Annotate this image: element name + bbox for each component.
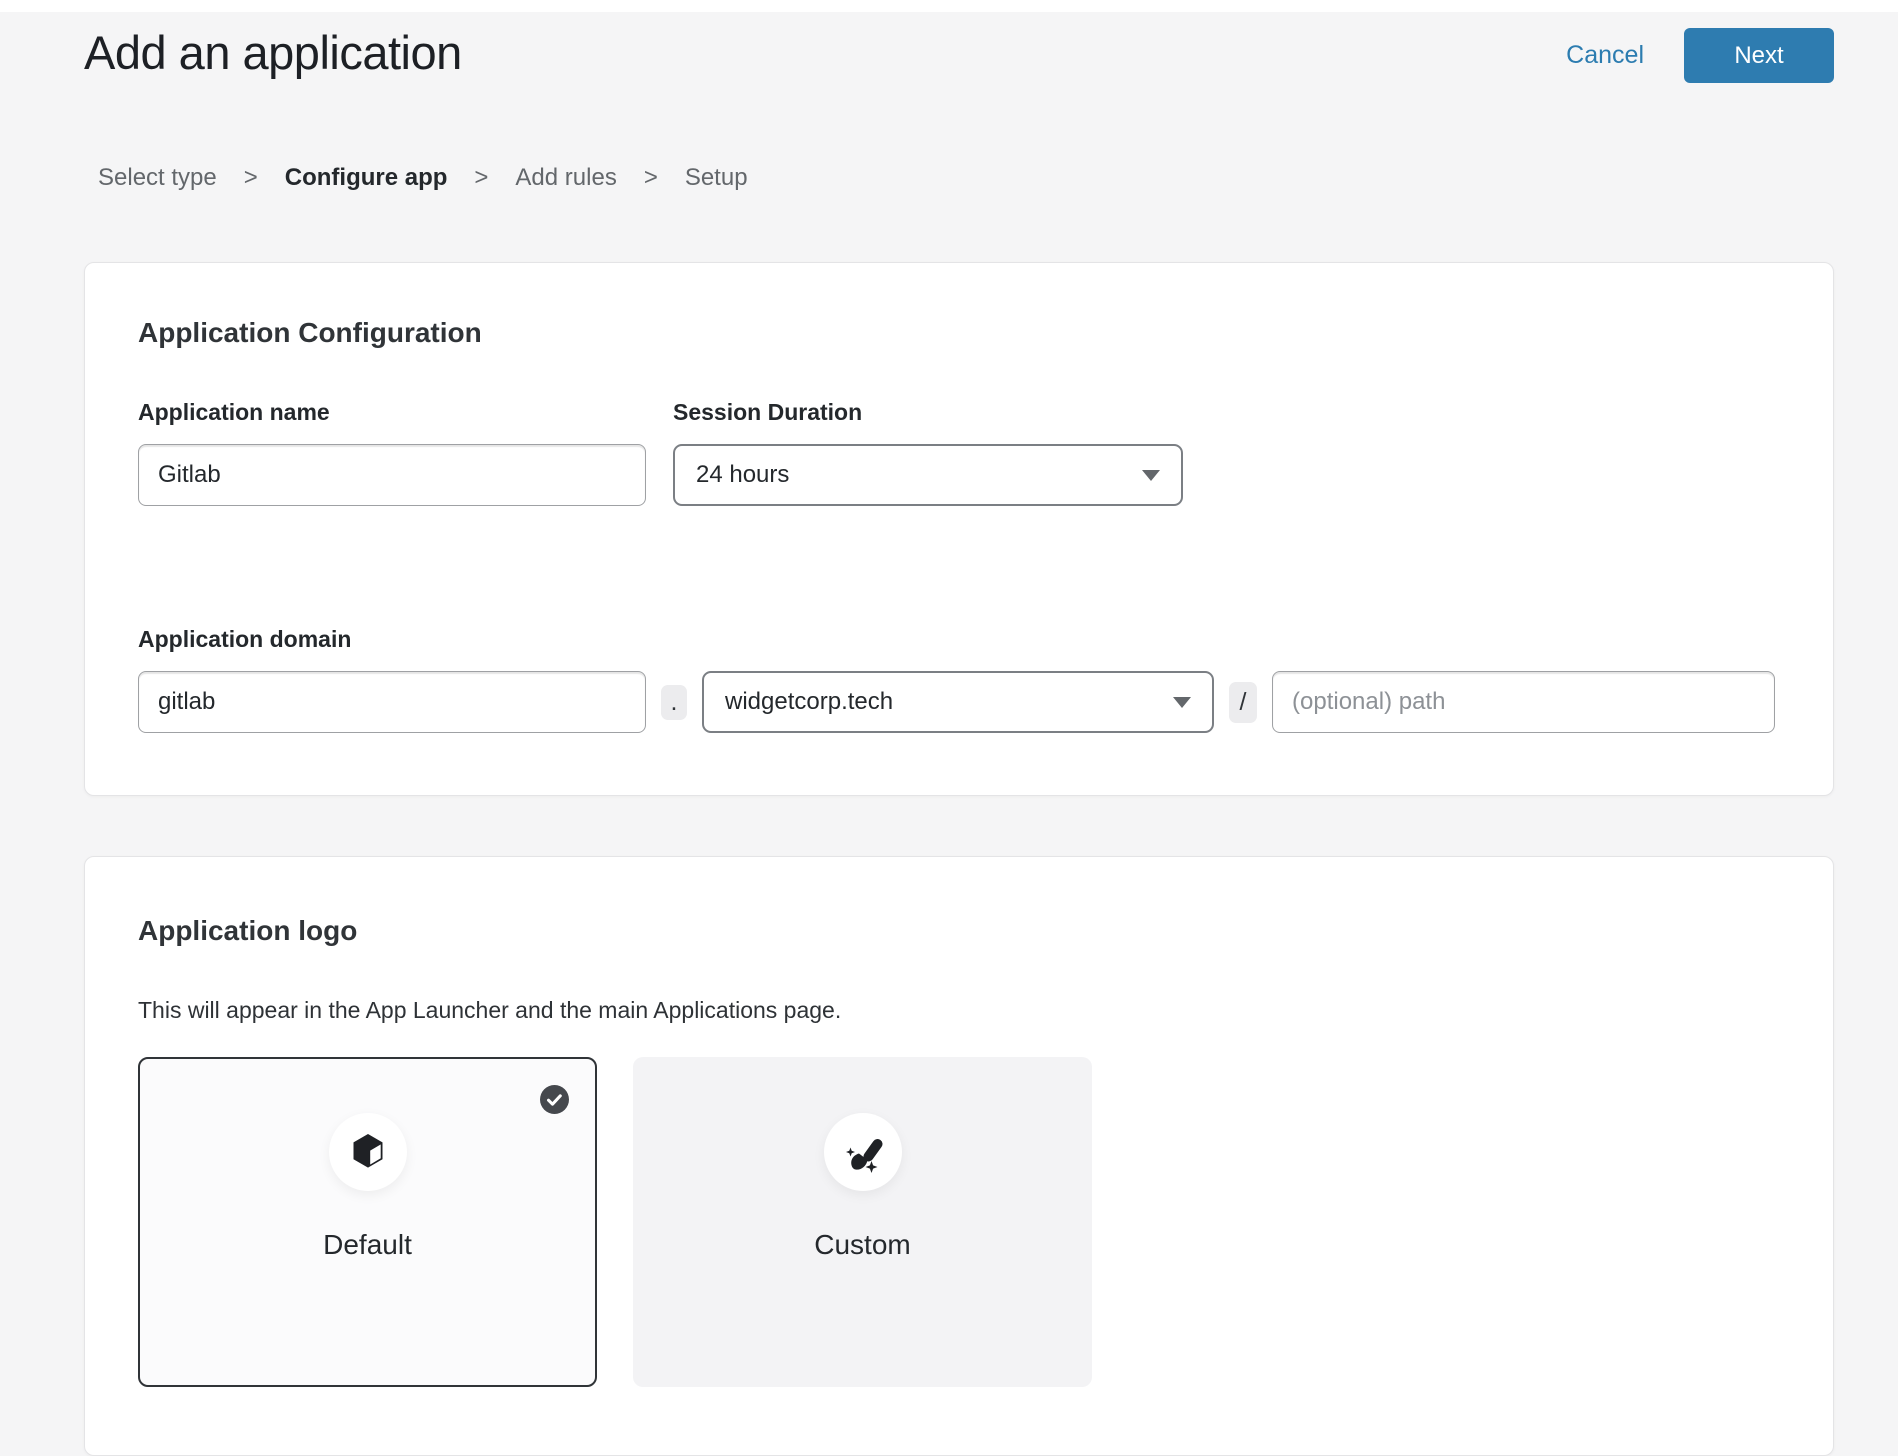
application-configuration-heading: Application Configuration xyxy=(138,317,1775,349)
path-input[interactable] xyxy=(1272,671,1775,733)
subdomain-input[interactable] xyxy=(138,671,646,733)
paintbrush-icon xyxy=(824,1113,902,1191)
next-button[interactable]: Next xyxy=(1684,28,1834,83)
logo-option-custom[interactable]: Custom xyxy=(633,1057,1092,1387)
cube-icon xyxy=(329,1113,407,1191)
application-logo-description: This will appear in the App Launcher and… xyxy=(138,997,1775,1024)
page-title: Add an application xyxy=(84,26,462,80)
top-strip xyxy=(0,0,1898,12)
application-logo-heading: Application logo xyxy=(138,915,1775,947)
application-configuration-card: Application Configuration Application na… xyxy=(84,262,1834,796)
application-domain-row: . widgetcorp.tech / xyxy=(138,671,1775,733)
application-domain-label: Application domain xyxy=(138,626,1775,653)
breadcrumb-separator: > xyxy=(474,164,488,192)
check-icon xyxy=(540,1085,569,1114)
application-logo-card: Application logo This will appear in the… xyxy=(84,856,1834,1456)
breadcrumb-separator: > xyxy=(244,164,258,192)
domain-slash-separator: / xyxy=(1229,682,1257,723)
session-duration-value: 24 hours xyxy=(696,461,789,489)
application-domain-field: Application domain . widgetcorp.tech / xyxy=(138,626,1775,733)
breadcrumb-step-add-rules[interactable]: Add rules xyxy=(515,164,616,192)
chevron-down-icon xyxy=(1173,697,1191,708)
domain-select-value: widgetcorp.tech xyxy=(725,688,893,716)
session-duration-select[interactable]: 24 hours xyxy=(673,444,1183,506)
logo-option-label: Default xyxy=(323,1229,412,1261)
breadcrumb-step-select-type[interactable]: Select type xyxy=(98,164,217,192)
chevron-down-icon xyxy=(1142,470,1160,481)
name-session-row: Application name Session Duration 24 hou… xyxy=(138,399,1775,506)
application-name-field: Application name xyxy=(138,399,646,506)
application-name-label: Application name xyxy=(138,399,646,426)
page-header: Add an application Cancel Next xyxy=(0,12,1898,83)
breadcrumb-step-setup[interactable]: Setup xyxy=(685,164,748,192)
logo-options: Default Custom xyxy=(138,1057,1775,1387)
session-duration-label: Session Duration xyxy=(673,399,1183,426)
breadcrumb-separator: > xyxy=(644,164,658,192)
logo-option-label: Custom xyxy=(814,1229,910,1261)
header-actions: Cancel Next xyxy=(1566,26,1834,83)
domain-dot-separator: . xyxy=(661,685,687,720)
session-duration-field: Session Duration 24 hours xyxy=(673,399,1183,506)
domain-select[interactable]: widgetcorp.tech xyxy=(702,671,1214,733)
logo-option-default[interactable]: Default xyxy=(138,1057,597,1387)
breadcrumb: Select type > Configure app > Add rules … xyxy=(98,164,1898,192)
application-name-input[interactable] xyxy=(138,444,646,506)
breadcrumb-step-configure-app[interactable]: Configure app xyxy=(285,164,448,192)
cancel-button[interactable]: Cancel xyxy=(1566,28,1644,83)
